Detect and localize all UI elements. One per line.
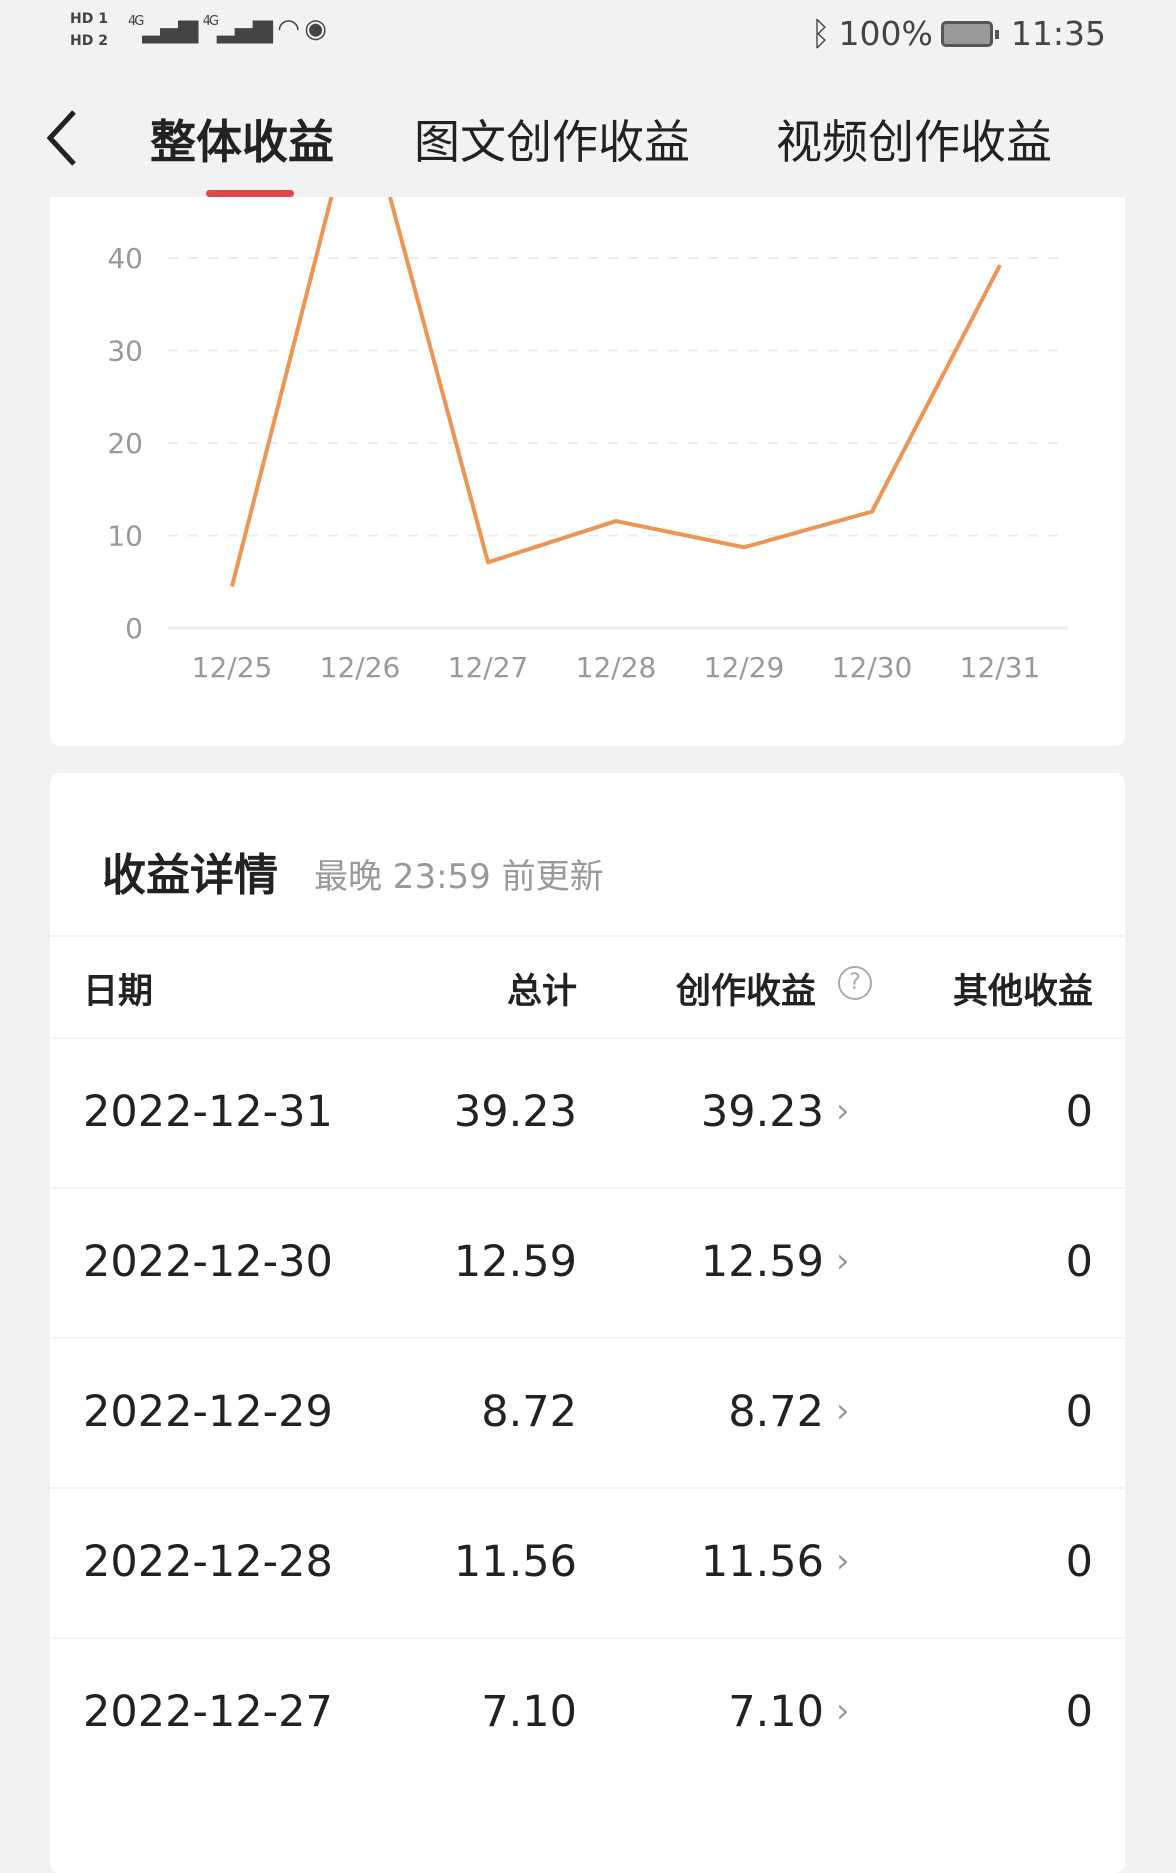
help-icon[interactable]: ?	[838, 966, 872, 1000]
signal2-label: 4G	[202, 14, 219, 29]
bluetooth-icon: ᛒ	[810, 14, 831, 53]
y-tick-label: 10	[107, 520, 143, 553]
y-tick-label: 20	[107, 427, 143, 460]
tab-video[interactable]: 视频创作收益	[776, 106, 1052, 172]
battery-percent: 100%	[838, 14, 933, 53]
chevron-right-icon[interactable]: ›	[836, 1691, 850, 1731]
col-other: 其他收益	[952, 972, 1093, 1012]
row-other: 0	[1065, 1687, 1093, 1737]
row-other: 0	[1065, 1537, 1093, 1587]
row-divider	[50, 1487, 1125, 1489]
signal-bars-icon: ▂▄▆	[142, 14, 198, 44]
signal-bars-icon: ▂▄▆	[216, 14, 273, 44]
row-date: 2022-12-27	[83, 1687, 333, 1737]
row-divider	[50, 1337, 1125, 1339]
table-row[interactable]: 2022-12-28 11.56 11.56 › 0	[50, 1487, 1125, 1637]
chevron-right-icon[interactable]: ›	[836, 1241, 850, 1281]
x-tick-label: 12/30	[832, 651, 913, 684]
active-tab-indicator	[206, 190, 294, 197]
details-subtitle: 最晚 23:59 前更新	[314, 857, 604, 897]
row-other: 0	[1065, 1087, 1093, 1137]
row-divider	[50, 1187, 1125, 1189]
row-date: 2022-12-28	[83, 1537, 333, 1587]
y-tick-label: 40	[107, 242, 143, 275]
y-tick-label: 30	[107, 335, 143, 368]
row-divider	[50, 1637, 1125, 1639]
signal1-label: 4G	[128, 14, 144, 29]
row-total: 39.23	[453, 1087, 577, 1137]
row-creation[interactable]: 7.10	[728, 1687, 824, 1737]
col-date: 日期	[83, 972, 154, 1012]
col-creation: 创作收益	[676, 972, 817, 1012]
table-row[interactable]: 2022-12-31 39.23 39.23 › 0	[50, 1037, 1125, 1187]
x-tick-label: 12/26	[320, 651, 401, 684]
earnings-series-line	[230, 197, 1002, 587]
chevron-right-icon[interactable]: ›	[836, 1091, 850, 1131]
table-row[interactable]: 2022-12-27 7.10 7.10 › 0	[50, 1637, 1125, 1787]
divider	[50, 935, 1125, 937]
x-tick-label: 12/25	[192, 651, 273, 684]
x-tick-label: 12/29	[704, 651, 785, 684]
chart-card: 0 10 20 30 40 12/25 12/26 12/27 12/28 12/29 12/30 1…	[50, 197, 1125, 746]
x-tick-label: 12/31	[960, 651, 1041, 684]
col-total: 总计	[506, 972, 577, 1012]
battery-icon	[940, 20, 999, 47]
row-creation[interactable]: 12.59	[701, 1237, 824, 1287]
status-right: ᛒ 100% 11:35	[811, 14, 1106, 53]
x-tick-label: 12/27	[448, 651, 529, 684]
earnings-line-chart: 0 10 20 30 40 12/25 12/26 12/27 12/28 12/29 12/30 1…	[107, 197, 1068, 684]
y-tick-label: 0	[125, 612, 143, 645]
chevron-right-icon[interactable]: ›	[836, 1391, 850, 1431]
row-other: 0	[1065, 1387, 1093, 1437]
sim2-label: HD 2	[70, 33, 108, 49]
back-icon[interactable]	[44, 108, 80, 168]
row-date: 2022-12-29	[83, 1387, 333, 1437]
status-bar: HD 1 HD 2 4G▂▄▆ 4G▂▄▆ ◠ ◉ ᛒ 100% 11:35	[0, 0, 1176, 80]
details-card: 收益详情 最晚 23:59 前更新 日期 总计 创作收益 ? 其他收益 2022…	[50, 773, 1125, 1873]
row-total: 11.56	[453, 1537, 577, 1587]
details-title: 收益详情	[102, 850, 278, 901]
row-other: 0	[1065, 1237, 1093, 1287]
eye-icon: ◉	[304, 14, 327, 44]
signal-icons: 4G▂▄▆ 4G▂▄▆ ◠ ◉	[128, 14, 327, 44]
clock: 11:35	[1010, 14, 1106, 53]
chevron-right-icon[interactable]: ›	[836, 1541, 850, 1581]
row-creation[interactable]: 11.56	[701, 1537, 824, 1587]
row-divider	[50, 1037, 1125, 1039]
row-creation[interactable]: 8.72	[728, 1387, 824, 1437]
row-date: 2022-12-31	[83, 1087, 333, 1137]
tab-overall[interactable]: 整体收益	[150, 106, 334, 172]
row-creation[interactable]: 39.23	[701, 1087, 824, 1137]
row-total: 7.10	[481, 1687, 577, 1737]
row-date: 2022-12-30	[83, 1237, 333, 1287]
sim1-label: HD 1	[70, 11, 108, 27]
wifi-icon: ◠	[277, 14, 300, 44]
tab-article[interactable]: 图文创作收益	[414, 106, 690, 172]
table-row[interactable]: 2022-12-30 12.59 12.59 › 0	[50, 1187, 1125, 1337]
row-total: 8.72	[481, 1387, 577, 1437]
row-total: 12.59	[453, 1237, 577, 1287]
x-tick-label: 12/28	[576, 651, 657, 684]
table-row[interactable]: 2022-12-29 8.72 8.72 › 0	[50, 1337, 1125, 1487]
sim-indicators: HD 1 HD 2	[70, 8, 108, 52]
